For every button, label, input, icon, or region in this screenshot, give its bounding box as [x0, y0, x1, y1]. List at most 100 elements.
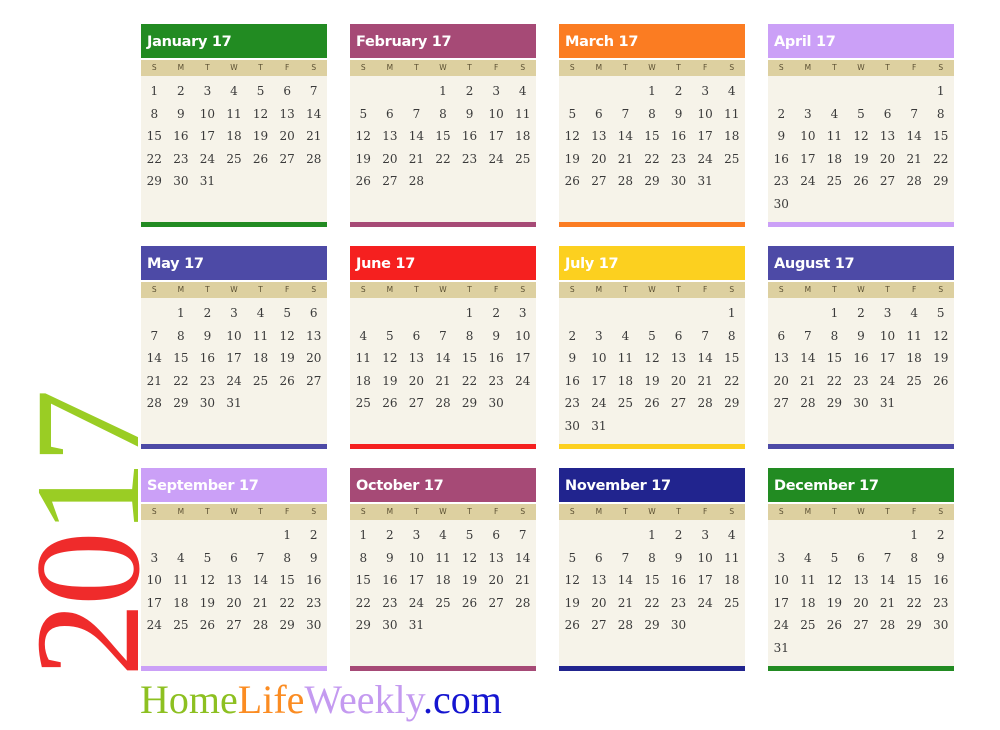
day-cell[interactable]: 11: [168, 569, 195, 592]
day-cell[interactable]: 9: [665, 547, 692, 570]
day-cell[interactable]: 1: [901, 524, 928, 547]
day-cell[interactable]: 15: [821, 347, 848, 370]
day-cell[interactable]: 15: [639, 125, 666, 148]
day-cell[interactable]: 2: [456, 80, 483, 103]
day-cell[interactable]: 8: [141, 103, 168, 126]
day-cell[interactable]: 6: [300, 302, 327, 325]
day-cell[interactable]: 2: [168, 80, 195, 103]
day-cell[interactable]: 4: [430, 524, 457, 547]
day-cell[interactable]: 12: [194, 569, 221, 592]
day-cell[interactable]: 28: [612, 170, 639, 193]
day-cell[interactable]: 21: [300, 125, 327, 148]
day-cell[interactable]: 10: [586, 347, 613, 370]
day-cell[interactable]: 1: [639, 524, 666, 547]
day-cell[interactable]: 2: [483, 302, 510, 325]
day-cell[interactable]: 10: [221, 325, 248, 348]
day-cell[interactable]: 2: [194, 302, 221, 325]
day-cell[interactable]: 23: [300, 592, 327, 615]
day-cell[interactable]: 8: [274, 547, 301, 570]
day-cell[interactable]: 30: [300, 614, 327, 637]
day-cell[interactable]: 10: [194, 103, 221, 126]
day-cell[interactable]: 27: [221, 614, 248, 637]
day-cell[interactable]: 19: [194, 592, 221, 615]
day-cell[interactable]: 25: [612, 392, 639, 415]
day-cell[interactable]: 25: [901, 370, 928, 393]
day-cell[interactable]: 13: [665, 347, 692, 370]
day-cell[interactable]: 22: [456, 370, 483, 393]
day-cell[interactable]: 9: [665, 103, 692, 126]
day-cell[interactable]: 26: [350, 170, 377, 193]
day-cell[interactable]: 17: [403, 569, 430, 592]
day-cell[interactable]: 17: [141, 592, 168, 615]
day-cell[interactable]: 29: [901, 614, 928, 637]
day-cell[interactable]: 17: [194, 125, 221, 148]
day-cell[interactable]: 17: [768, 592, 795, 615]
day-cell[interactable]: 22: [168, 370, 195, 393]
day-cell[interactable]: 24: [586, 392, 613, 415]
day-cell[interactable]: 25: [718, 592, 745, 615]
day-cell[interactable]: 15: [274, 569, 301, 592]
day-cell[interactable]: 9: [848, 325, 875, 348]
day-cell[interactable]: 22: [821, 370, 848, 393]
day-cell[interactable]: 5: [274, 302, 301, 325]
day-cell[interactable]: 24: [403, 592, 430, 615]
day-cell[interactable]: 7: [430, 325, 457, 348]
day-cell[interactable]: 24: [483, 148, 510, 171]
day-cell[interactable]: 2: [300, 524, 327, 547]
day-cell[interactable]: 15: [430, 125, 457, 148]
day-cell[interactable]: 20: [874, 148, 901, 171]
day-cell[interactable]: 5: [821, 547, 848, 570]
day-cell[interactable]: 24: [692, 148, 719, 171]
day-cell[interactable]: 13: [874, 125, 901, 148]
day-cell[interactable]: 19: [456, 569, 483, 592]
day-cell[interactable]: 20: [377, 148, 404, 171]
day-cell[interactable]: 1: [639, 80, 666, 103]
day-cell[interactable]: 8: [901, 547, 928, 570]
day-cell[interactable]: 10: [795, 125, 822, 148]
day-cell[interactable]: 19: [821, 592, 848, 615]
day-cell[interactable]: 30: [559, 415, 586, 438]
day-cell[interactable]: 23: [483, 370, 510, 393]
day-cell[interactable]: 27: [586, 614, 613, 637]
day-cell[interactable]: 31: [586, 415, 613, 438]
day-cell[interactable]: 30: [377, 614, 404, 637]
day-cell[interactable]: 25: [247, 370, 274, 393]
day-cell[interactable]: 3: [768, 547, 795, 570]
day-cell[interactable]: 13: [221, 569, 248, 592]
day-cell[interactable]: 1: [456, 302, 483, 325]
day-cell[interactable]: 24: [795, 170, 822, 193]
day-cell[interactable]: 5: [247, 80, 274, 103]
day-cell[interactable]: 18: [350, 370, 377, 393]
day-cell[interactable]: 10: [768, 569, 795, 592]
day-cell[interactable]: 8: [168, 325, 195, 348]
day-cell[interactable]: 13: [586, 569, 613, 592]
day-cell[interactable]: 4: [221, 80, 248, 103]
day-cell[interactable]: 28: [901, 170, 928, 193]
day-cell[interactable]: 28: [247, 614, 274, 637]
day-cell[interactable]: 25: [509, 148, 536, 171]
day-cell[interactable]: 4: [509, 80, 536, 103]
day-cell[interactable]: 19: [350, 148, 377, 171]
day-cell[interactable]: 8: [456, 325, 483, 348]
day-cell[interactable]: 5: [194, 547, 221, 570]
day-cell[interactable]: 24: [692, 592, 719, 615]
day-cell[interactable]: 17: [221, 347, 248, 370]
day-cell[interactable]: 26: [247, 148, 274, 171]
day-cell[interactable]: 30: [168, 170, 195, 193]
day-cell[interactable]: 1: [168, 302, 195, 325]
day-cell[interactable]: 2: [559, 325, 586, 348]
day-cell[interactable]: 24: [509, 370, 536, 393]
day-cell[interactable]: 11: [247, 325, 274, 348]
day-cell[interactable]: 19: [377, 370, 404, 393]
day-cell[interactable]: 9: [194, 325, 221, 348]
day-cell[interactable]: 16: [768, 148, 795, 171]
day-cell[interactable]: 12: [456, 547, 483, 570]
day-cell[interactable]: 29: [821, 392, 848, 415]
day-cell[interactable]: 23: [377, 592, 404, 615]
day-cell[interactable]: 17: [586, 370, 613, 393]
day-cell[interactable]: 4: [247, 302, 274, 325]
day-cell[interactable]: 31: [403, 614, 430, 637]
day-cell[interactable]: 14: [403, 125, 430, 148]
day-cell[interactable]: 7: [300, 80, 327, 103]
day-cell[interactable]: 8: [821, 325, 848, 348]
